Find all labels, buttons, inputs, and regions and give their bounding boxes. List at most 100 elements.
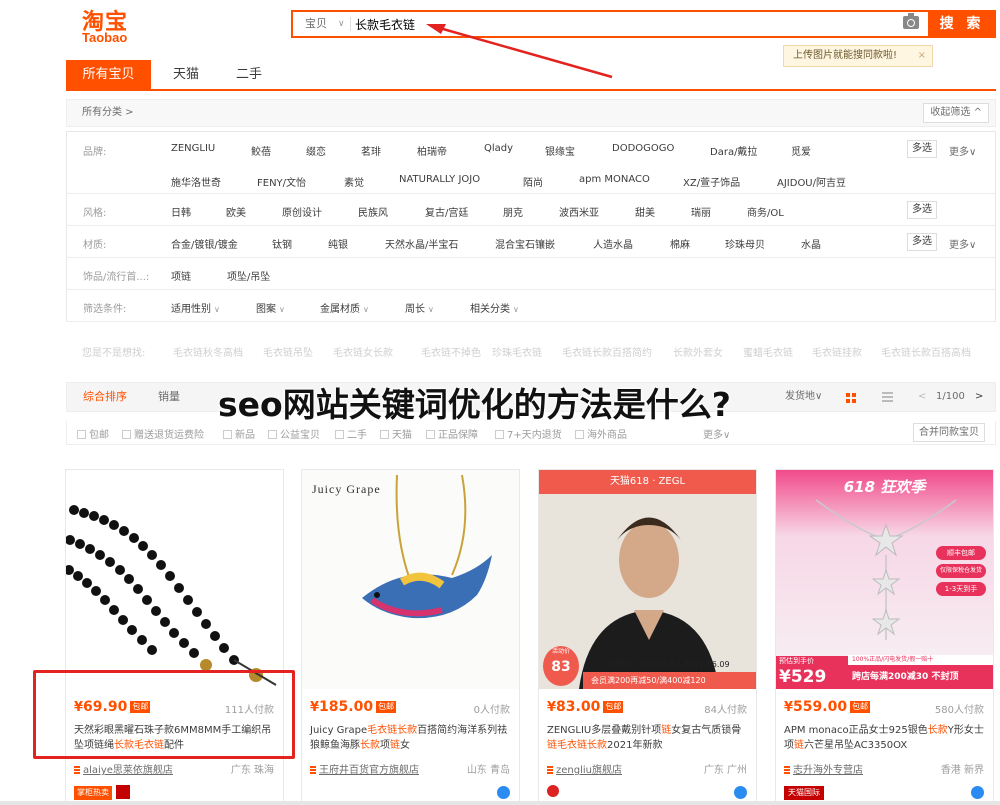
tab-all[interactable]: 所有宝贝 [66,60,151,89]
product-title[interactable]: ZENGLIU多层叠戴别针项链女复古气质锁骨链毛衣链长款2021年新款 [547,723,751,753]
related-link[interactable]: 毛衣链长款百搭简约 [562,340,652,368]
related-link[interactable]: 珍珠毛衣链 [492,340,542,368]
product-title[interactable]: APM monaco正品女士925银色长款Y形女士项链六芒星吊坠AC3350OX [784,723,988,753]
next-page-icon[interactable]: > [975,383,983,411]
product-title[interactable]: Juicy Grape毛衣链长款百搭简约海洋系列祛狼鲸鱼海豚长款项链女 [310,723,514,753]
shop-link[interactable]: zengliu旗舰店 [547,761,622,776]
sort-sales[interactable]: 销量 [158,383,180,411]
related-link[interactable]: 毛衣链长款百搭高档 [881,340,971,368]
product-image[interactable]: Juicy Grape [302,470,519,689]
brand-option[interactable]: XZ/萱子饰品 [683,174,740,189]
product-image[interactable] [66,470,283,689]
related-link[interactable]: 毛衣链秋冬高档 [173,340,243,368]
more-options[interactable]: 更多∨ [703,426,730,441]
shop-link[interactable]: alaiye思莱依旗舰店 [74,761,173,776]
condition-dropdown[interactable]: 金属材质 ∨ [320,300,369,315]
product-card[interactable]: Juicy Grape ¥185.00 包邮 0人付款 Juicy Grape毛衣… [301,469,520,805]
checkbox-option[interactable]: 海外商品 [575,426,627,441]
fold-filter-button[interactable]: 收起筛选 ^ [923,103,989,123]
shop-link[interactable]: 志升海外专营店 [784,761,863,776]
search-scope-select[interactable]: 宝贝 ∨ [293,12,351,36]
product-image[interactable]: 618 狂欢季 顺丰包邮 仅限保税仓发货 1-3天到手 100%正品/闪电发货/… [776,470,993,689]
material-option[interactable]: 纯银 [328,236,348,251]
condition-dropdown[interactable]: 图案 ∨ [256,300,285,315]
product-card[interactable]: 618 狂欢季 顺丰包邮 仅限保税仓发货 1-3天到手 100%正品/闪电发货/… [775,469,994,805]
brand-option[interactable]: AJIDOU/阿吉豆 [777,174,846,189]
merge-same-button[interactable]: 合并同款宝贝 [913,423,985,442]
more-button[interactable]: 更多∨ [949,143,976,158]
sort-default[interactable]: 综合排序 [83,383,127,411]
chat-icon[interactable] [734,786,747,799]
material-option[interactable]: 人造水晶 [593,236,633,251]
brand-option[interactable]: 柏瑞帝 [417,143,447,158]
related-link[interactable]: 毛衣链挂款 [812,340,862,368]
checkbox-option[interactable]: 赠送退货运费险 [122,426,204,441]
multi-select-button[interactable]: 多选 [907,233,937,251]
list-view-icon[interactable] [882,392,893,402]
chat-icon[interactable] [497,786,510,799]
checkbox-option[interactable]: 公益宝贝 [268,426,320,441]
more-button[interactable]: 更多∨ [949,236,976,251]
material-option[interactable]: 天然水晶/半宝石 [385,236,458,251]
style-option[interactable]: 欧美 [226,204,246,219]
style-option[interactable]: 朋克 [503,204,523,219]
checkbox-option[interactable]: 7+天内退货 [495,426,562,441]
material-option[interactable]: 棉麻 [670,236,690,251]
tab-tmall[interactable]: 天猫 [161,60,211,89]
related-link[interactable]: 毛衣链女长款 [333,340,393,368]
product-card[interactable]: 天猫618 · ZEGL 活动价 83 DATE: 2021.06.07-2021… [538,469,757,805]
checkbox-option[interactable]: 新品 [223,426,255,441]
checkbox-option[interactable]: 正品保障 [426,426,478,441]
related-link[interactable]: 蜜蜡毛衣链 [743,340,793,368]
checkbox-option[interactable]: 包邮 [77,426,109,441]
style-option[interactable]: 商务/OL [747,204,784,219]
condition-dropdown[interactable]: 相关分类 ∨ [470,300,519,315]
prev-page-icon[interactable]: < [918,383,926,411]
related-link[interactable]: 毛衣链吊坠 [263,340,313,368]
brand-option[interactable]: 素觉 [344,174,364,189]
category-option[interactable]: 项链 [171,268,191,283]
brand-option[interactable]: FENY/文怡 [257,174,306,189]
multi-select-button[interactable]: 多选 [907,201,937,219]
checkbox-option[interactable]: 二手 [335,426,367,441]
style-option[interactable]: 复古/宫廷 [425,204,468,219]
brand-option[interactable]: DODOGOGO [612,143,674,154]
style-option[interactable]: 日韩 [171,204,191,219]
style-option[interactable]: 原创设计 [282,204,322,219]
brand-option[interactable]: Qlady [484,143,513,154]
brand-option[interactable]: 陌尚 [523,174,543,189]
style-option[interactable]: 民族风 [358,204,388,219]
brand-option[interactable]: 施华洛世奇 [171,174,221,189]
grid-view-icon[interactable] [846,393,856,403]
material-option[interactable]: 混合宝石镶嵌 [495,236,555,251]
chat-icon[interactable] [971,786,984,799]
location-filter[interactable]: 发货地∨ [785,383,822,411]
related-link[interactable]: 毛衣链不掉色 [421,340,481,368]
brand-option[interactable]: NATURALLY JOJO [399,174,480,185]
brand-option[interactable]: 缀恋 [306,143,326,158]
brand-option[interactable]: ZENGLIU [171,143,215,154]
shop-link[interactable]: 王府井百货官方旗舰店 [310,761,419,776]
condition-dropdown[interactable]: 周长 ∨ [405,300,434,315]
material-option[interactable]: 合金/镀银/镀金 [171,236,238,251]
style-option[interactable]: 波西米亚 [559,204,599,219]
tab-secondhand[interactable]: 二手 [224,60,274,89]
search-button[interactable]: 搜 索 [928,10,996,38]
style-option[interactable]: 瑞丽 [691,204,711,219]
style-option[interactable]: 甜美 [635,204,655,219]
condition-dropdown[interactable]: 适用性别 ∨ [171,300,220,315]
material-option[interactable]: 水晶 [801,236,821,251]
product-image[interactable]: 天猫618 · ZEGL 活动价 83 DATE: 2021.06.07-2021… [539,470,756,689]
multi-select-button[interactable]: 多选 [907,140,937,158]
search-input[interactable] [355,14,895,34]
brand-option[interactable]: 鲛蓓 [251,143,271,158]
camera-icon[interactable] [903,13,919,29]
brand-option[interactable]: 茗琲 [361,143,381,158]
checkbox-option[interactable]: 天猫 [380,426,412,441]
material-option[interactable]: 珍珠母贝 [725,236,765,251]
brand-option[interactable]: 觅爱 [791,143,811,158]
breadcrumb[interactable]: 所有分类 > [82,100,134,126]
brand-option[interactable]: 银缘宝 [545,143,575,158]
category-option[interactable]: 项坠/吊坠 [227,268,270,283]
related-link[interactable]: 长款外套女 [673,340,723,368]
